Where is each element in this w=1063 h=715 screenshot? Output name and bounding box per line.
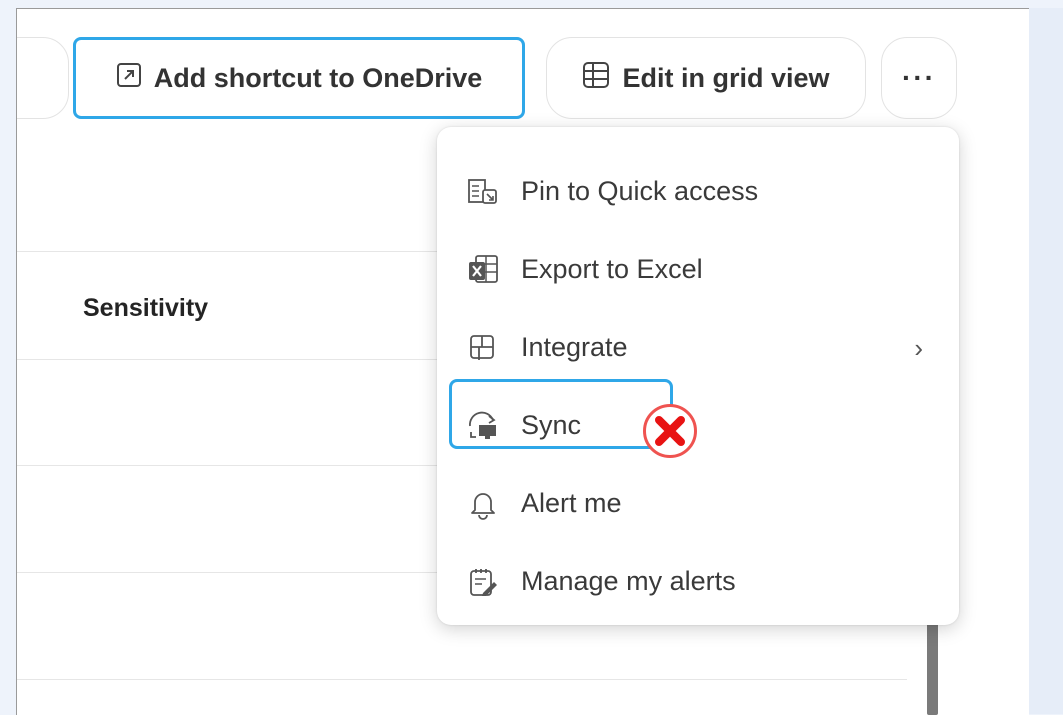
shortcut-arrow-icon: [116, 62, 142, 95]
chevron-right-icon: ›: [914, 333, 923, 363]
edit-grid-view-button[interactable]: Edit in grid view: [546, 37, 866, 119]
add-shortcut-button[interactable]: Add shortcut to OneDrive: [73, 37, 525, 119]
more-options-menu: Pin to Quick access Export to Excel Inte…: [437, 127, 959, 625]
sync-highlight-box: [449, 379, 673, 449]
bell-icon: [467, 488, 499, 520]
more-dots-icon: ···: [902, 62, 936, 93]
integrate-icon: [467, 332, 499, 364]
pin-quick-access-icon: [467, 176, 499, 208]
menu-item-export-excel[interactable]: Export to Excel: [437, 239, 959, 299]
app-window: Add shortcut to OneDrive Edit in grid vi…: [16, 8, 1029, 715]
menu-item-integrate[interactable]: Integrate ›: [437, 317, 959, 377]
menu-item-alert-me[interactable]: Alert me: [437, 473, 959, 533]
menu-item-label: Pin to Quick access: [521, 176, 759, 206]
menu-item-pin-quick-access[interactable]: Pin to Quick access: [437, 161, 959, 221]
more-options-button[interactable]: ···: [881, 37, 957, 119]
row-divider: [17, 679, 907, 680]
toolbar-button-partial[interactable]: [17, 37, 69, 119]
menu-item-label: Export to Excel: [521, 254, 703, 284]
menu-item-manage-alerts[interactable]: Manage my alerts: [437, 551, 959, 611]
menu-item-label: Manage my alerts: [521, 566, 736, 596]
edit-grid-label: Edit in grid view: [622, 62, 830, 93]
vertical-scrollbar[interactable]: [927, 621, 938, 715]
add-shortcut-label: Add shortcut to OneDrive: [153, 62, 483, 93]
column-header-sensitivity[interactable]: Sensitivity: [83, 294, 208, 323]
manage-alerts-icon: [467, 566, 499, 598]
grid-icon: [582, 61, 610, 96]
menu-item-label: Integrate: [521, 332, 628, 362]
excel-icon: [467, 254, 499, 286]
window-edge-background: [1029, 8, 1063, 714]
red-x-marker-icon: [643, 404, 697, 458]
menu-item-label: Alert me: [521, 488, 622, 518]
